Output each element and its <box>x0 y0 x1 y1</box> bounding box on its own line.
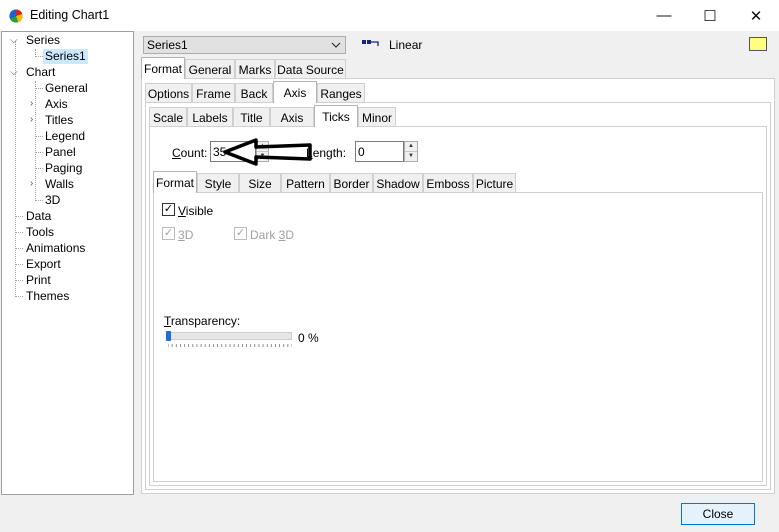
count-label-text: Count: <box>172 146 208 160</box>
tab-pen-format[interactable]: Format <box>153 171 197 193</box>
transparency-value: 0 % <box>298 331 319 345</box>
series-color-button[interactable] <box>749 37 767 51</box>
series-type-label: Linear <box>389 38 423 52</box>
chart-color-wheel-icon <box>9 9 23 23</box>
transparency-label: Transparency: <box>164 314 241 328</box>
series-dropdown-value: Series1 <box>147 38 188 52</box>
tab-axis-line[interactable]: Axis <box>270 107 314 127</box>
spin-up-icon[interactable]: ▲ <box>405 142 417 152</box>
tree-item-titles[interactable]: Titles <box>45 113 73 128</box>
transparency-slider-thumb[interactable] <box>166 331 171 341</box>
tree-line <box>35 200 43 201</box>
tab-back[interactable]: Back <box>235 83 273 103</box>
tab-general[interactable]: General <box>185 59 235 79</box>
visible-checkbox[interactable]: ✓ <box>162 203 175 216</box>
tree-line <box>35 56 43 57</box>
3d-checkbox[interactable]: ✓ <box>162 227 175 240</box>
tree-item-tools[interactable]: Tools <box>26 225 54 240</box>
tree-item-axis[interactable]: Axis <box>45 97 68 112</box>
title-bar: Editing Chart1 — ☐ ✕ <box>0 0 779 31</box>
tree-line <box>15 216 23 217</box>
black-arrow-annotation-icon <box>223 138 312 166</box>
count-label: Count: <box>172 146 207 160</box>
dark-3d-checkbox[interactable]: ✓ <box>234 227 247 240</box>
line-series-icon <box>362 40 379 46</box>
series-dropdown[interactable]: Series1 <box>143 36 346 54</box>
editor-tree: ⌵ Series Series1 ⌵ Chart General › Axis … <box>1 31 134 495</box>
3d-label: 3D <box>178 228 194 242</box>
length-input[interactable]: 0 <box>355 141 404 162</box>
tree-line <box>35 136 43 137</box>
tab-title[interactable]: Title <box>233 107 270 127</box>
visible-label: Visible <box>178 204 214 218</box>
tab-scale[interactable]: Scale <box>149 107 187 127</box>
tab-ranges[interactable]: Ranges <box>317 83 365 103</box>
tab-frame[interactable]: Frame <box>192 83 235 103</box>
minimize-button[interactable]: — <box>641 0 687 31</box>
tree-item-themes[interactable]: Themes <box>26 289 69 304</box>
tab-ticks[interactable]: Ticks <box>314 105 358 127</box>
tree-item-series[interactable]: Series <box>26 33 60 48</box>
window-title: Editing Chart1 <box>30 8 110 22</box>
tree-line <box>15 296 23 297</box>
close-window-button[interactable]: ✕ <box>733 0 779 31</box>
transparency-slider-track[interactable] <box>166 332 292 340</box>
tab-style[interactable]: Style <box>197 173 239 193</box>
tab-size[interactable]: Size <box>239 173 281 193</box>
tab-minor[interactable]: Minor <box>358 107 396 127</box>
expand-icon[interactable]: › <box>30 115 40 125</box>
tab-marks[interactable]: Marks <box>235 59 275 79</box>
tab-axis[interactable]: Axis <box>273 81 317 103</box>
tree-item-legend[interactable]: Legend <box>45 129 85 144</box>
tree-item-chart[interactable]: Chart <box>26 65 55 80</box>
spin-down-icon[interactable]: ▼ <box>405 152 417 162</box>
tree-item-walls[interactable]: Walls <box>45 177 74 192</box>
tree-line <box>35 88 43 89</box>
chevron-down-icon[interactable] <box>327 37 345 53</box>
tree-line <box>15 248 23 249</box>
tab-format[interactable]: Format <box>141 57 185 79</box>
tab-picture[interactable]: Picture <box>473 173 516 193</box>
tree-item-3d[interactable]: 3D <box>45 193 60 208</box>
tree-item-export[interactable]: Export <box>26 257 61 272</box>
tree-line <box>15 264 23 265</box>
slider-ticks <box>168 344 292 347</box>
tree-line <box>15 232 23 233</box>
tree-item-animations[interactable]: Animations <box>26 241 85 256</box>
tab-border[interactable]: Border <box>330 173 373 193</box>
tree-item-data[interactable]: Data <box>26 209 51 224</box>
length-spinner[interactable]: ▲ ▼ <box>404 141 418 162</box>
tree-line <box>15 280 23 281</box>
tab-shadow[interactable]: Shadow <box>373 173 423 193</box>
dark-3d-label: Dark 3D <box>250 228 295 242</box>
tree-item-print[interactable]: Print <box>26 273 51 288</box>
tree-item-panel[interactable]: Panel <box>45 145 76 160</box>
tree-line <box>15 41 16 297</box>
expand-icon[interactable]: › <box>30 179 40 189</box>
maximize-button[interactable]: ☐ <box>687 0 733 31</box>
tree-item-series1[interactable]: Series1 <box>43 49 88 64</box>
tab-labels[interactable]: Labels <box>187 107 233 127</box>
tree-item-paging[interactable]: Paging <box>45 161 82 176</box>
tab-data-source[interactable]: Data Source <box>275 59 346 79</box>
tab-options[interactable]: Options <box>145 83 192 103</box>
tree-line <box>35 168 43 169</box>
expand-icon[interactable]: › <box>30 99 40 109</box>
tree-item-general[interactable]: General <box>45 81 88 96</box>
tab-pattern[interactable]: Pattern <box>281 173 330 193</box>
close-button[interactable]: Close <box>681 503 755 525</box>
tree-line <box>35 152 43 153</box>
tab-emboss[interactable]: Emboss <box>423 173 473 193</box>
